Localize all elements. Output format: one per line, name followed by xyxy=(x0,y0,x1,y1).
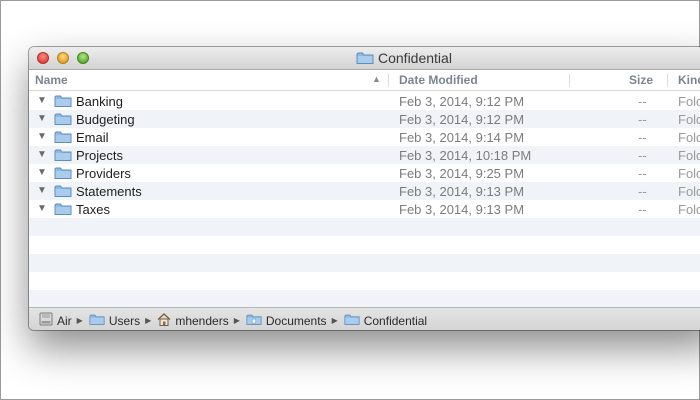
list-item[interactable]: ▼ Providers Feb 3, 2014, 9:25 PM -- Fold… xyxy=(29,164,700,182)
window-title-group: Confidential xyxy=(356,50,452,66)
path-item-air[interactable]: Air xyxy=(39,312,72,329)
path-item-label: Users xyxy=(108,313,141,328)
zoom-button[interactable] xyxy=(77,52,89,64)
path-item-label: Air xyxy=(57,313,72,328)
item-date-modified: Feb 3, 2014, 9:25 PM xyxy=(399,166,525,181)
item-kind: Folder xyxy=(678,148,700,163)
folder-icon xyxy=(54,112,72,126)
item-size: -- xyxy=(638,166,647,181)
item-size: -- xyxy=(638,130,647,145)
empty-row xyxy=(29,236,700,254)
list-item[interactable]: ▼ Taxes Feb 3, 2014, 9:13 PM -- Folder xyxy=(29,200,700,218)
empty-row xyxy=(29,218,700,236)
folder-icon xyxy=(54,148,72,162)
drive-icon xyxy=(39,312,53,329)
item-kind: Folder xyxy=(678,94,700,109)
item-date-modified: Feb 3, 2014, 9:13 PM xyxy=(399,184,525,199)
item-date-modified: Feb 3, 2014, 9:12 PM xyxy=(399,94,525,109)
column-header-bar: Name ▲ Date Modified Size Kind xyxy=(29,70,700,91)
folder-icon xyxy=(89,313,105,329)
item-name: Taxes xyxy=(76,202,110,217)
column-header-name[interactable]: Name xyxy=(35,73,68,87)
file-list[interactable]: ▼ Banking Feb 3, 2014, 9:12 PM -- Folder… xyxy=(29,92,700,307)
folder-icon xyxy=(54,184,72,198)
empty-row xyxy=(29,272,700,290)
disclosure-triangle-icon[interactable]: ▼ xyxy=(37,149,47,160)
path-separator-icon: ▶ xyxy=(145,316,152,325)
item-name: Projects xyxy=(76,148,123,163)
item-size: -- xyxy=(638,112,647,127)
item-name: Budgeting xyxy=(76,112,135,127)
path-item-label: mhenders xyxy=(175,313,229,328)
item-kind: Folder xyxy=(678,130,700,145)
minimize-button[interactable] xyxy=(57,52,69,64)
item-date-modified: Feb 3, 2014, 10:18 PM xyxy=(399,148,532,163)
path-separator-icon: ▶ xyxy=(233,316,240,325)
path-item-confidential[interactable]: Confidential xyxy=(344,313,427,329)
disclosure-triangle-icon[interactable]: ▼ xyxy=(37,203,47,214)
disclosure-triangle-icon[interactable]: ▼ xyxy=(37,113,47,124)
list-item[interactable]: ▼ Email Feb 3, 2014, 9:14 PM -- Folder xyxy=(29,128,700,146)
item-size: -- xyxy=(638,202,647,217)
column-header-date-modified[interactable]: Date Modified xyxy=(399,73,478,87)
item-name: Statements xyxy=(76,184,142,199)
list-item[interactable]: ▼ Banking Feb 3, 2014, 9:12 PM -- Folder xyxy=(29,92,700,110)
item-name: Providers xyxy=(76,166,131,181)
column-divider[interactable] xyxy=(388,74,389,87)
path-separator-icon: ▶ xyxy=(76,316,83,325)
disclosure-triangle-icon[interactable]: ▼ xyxy=(37,131,47,142)
folder-icon xyxy=(54,202,72,216)
window-title: Confidential xyxy=(378,50,452,66)
home-icon xyxy=(157,312,171,329)
column-divider[interactable] xyxy=(569,74,570,87)
path-separator-icon: ▶ xyxy=(331,316,338,325)
column-divider[interactable] xyxy=(667,74,668,87)
disclosure-triangle-icon[interactable]: ▼ xyxy=(37,167,47,178)
empty-row xyxy=(29,290,700,307)
item-size: -- xyxy=(638,148,647,163)
title-bar[interactable]: Confidential xyxy=(29,47,700,70)
item-kind: Folder xyxy=(678,166,700,181)
folder-icon xyxy=(356,51,374,65)
path-item-label: Confidential xyxy=(363,313,428,328)
item-kind: Folder xyxy=(678,184,700,199)
disclosure-triangle-icon[interactable]: ▼ xyxy=(37,95,47,106)
list-item[interactable]: ▼ Statements Feb 3, 2014, 9:13 PM -- Fol… xyxy=(29,182,700,200)
item-name: Banking xyxy=(76,94,123,109)
folder-icon xyxy=(54,130,72,144)
item-date-modified: Feb 3, 2014, 9:13 PM xyxy=(399,202,525,217)
path-bar: Air ▶ Users ▶ mhenders ▶ Documents ▶ Con… xyxy=(29,307,700,330)
item-name: Email xyxy=(76,130,109,145)
path-item-users[interactable]: Users xyxy=(89,313,140,329)
folder-icon xyxy=(344,313,360,329)
sort-ascending-icon: ▲ xyxy=(372,74,381,84)
folder-icon xyxy=(54,94,72,108)
item-size: -- xyxy=(638,184,647,199)
close-button[interactable] xyxy=(37,52,49,64)
column-header-size[interactable]: Size xyxy=(629,73,653,87)
path-item-documents[interactable]: Documents xyxy=(246,313,327,329)
documents-folder-icon xyxy=(246,313,262,329)
list-item[interactable]: ▼ Projects Feb 3, 2014, 10:18 PM -- Fold… xyxy=(29,146,700,164)
item-kind: Folder xyxy=(678,112,700,127)
list-item[interactable]: ▼ Budgeting Feb 3, 2014, 9:12 PM -- Fold… xyxy=(29,110,700,128)
path-item-mhenders[interactable]: mhenders xyxy=(157,312,229,329)
item-date-modified: Feb 3, 2014, 9:14 PM xyxy=(399,130,525,145)
item-kind: Folder xyxy=(678,202,700,217)
finder-window: Confidential Name ▲ Date Modified Size K… xyxy=(29,47,700,330)
folder-icon xyxy=(54,166,72,180)
column-header-kind[interactable]: Kind xyxy=(678,73,700,87)
empty-row xyxy=(29,254,700,272)
disclosure-triangle-icon[interactable]: ▼ xyxy=(37,185,47,196)
item-date-modified: Feb 3, 2014, 9:12 PM xyxy=(399,112,525,127)
path-item-label: Documents xyxy=(265,313,327,328)
item-size: -- xyxy=(638,94,647,109)
